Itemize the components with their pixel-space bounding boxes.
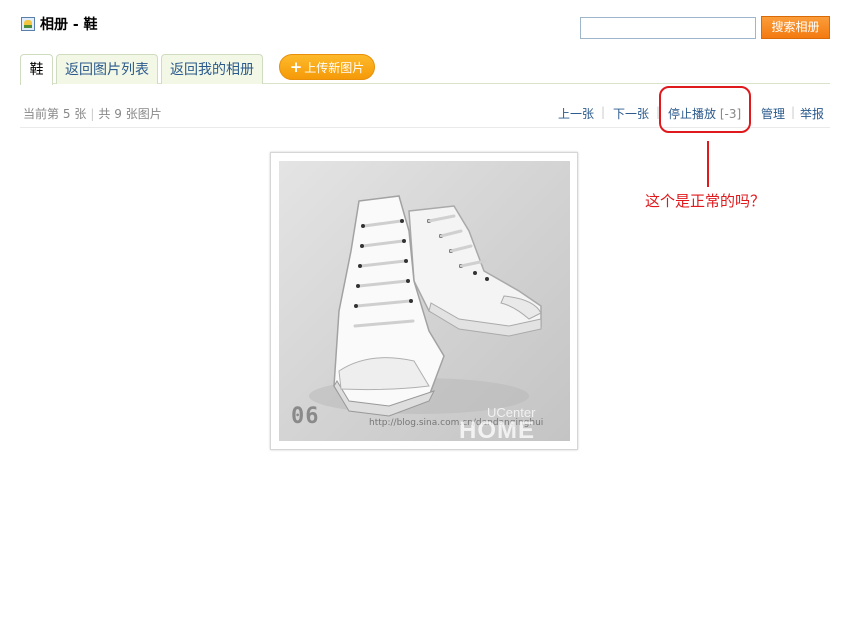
nav-separator: |	[601, 105, 606, 119]
plus-icon: +	[289, 58, 303, 76]
tab-back-to-photo-list[interactable]: 返回图片列表	[56, 54, 158, 84]
sneakers-illustration	[309, 195, 542, 417]
total-count: 9	[114, 107, 122, 121]
photo-image[interactable]: 06 http://blog.sina.com.cn/dandanqinghui…	[279, 161, 570, 441]
annotation-pointer-line	[707, 141, 709, 187]
ucenter-home-watermark: UCenter HOME	[459, 405, 536, 441]
current-index: 5	[62, 107, 71, 121]
annotation-highlight-box	[659, 86, 751, 133]
upload-photo-label: 上传新图片	[304, 61, 365, 75]
annotation-text: 这个是正常的吗？	[645, 192, 766, 210]
album-icon	[21, 17, 35, 31]
nav-separator: |	[791, 105, 796, 119]
report-link[interactable]: 举报	[800, 105, 824, 122]
next-photo-link[interactable]: 下一张	[613, 105, 649, 122]
upload-photo-button[interactable]: + 上传新图片	[279, 54, 375, 80]
tab-current-album[interactable]: 鞋	[20, 54, 53, 85]
prev-photo-link[interactable]: 上一张	[558, 105, 594, 122]
page-title: 相册 - 鞋	[40, 17, 98, 33]
photo-position-info: 当前第 5 张 | 共 9 张图片	[23, 107, 162, 121]
tab-back-to-my-albums[interactable]: 返回我的相册	[161, 54, 263, 84]
search-input[interactable]	[580, 17, 756, 39]
search-album-button[interactable]: 搜索相册	[761, 16, 830, 39]
manage-link[interactable]: 管理	[761, 105, 785, 122]
photo-number-label: 06	[291, 404, 320, 429]
